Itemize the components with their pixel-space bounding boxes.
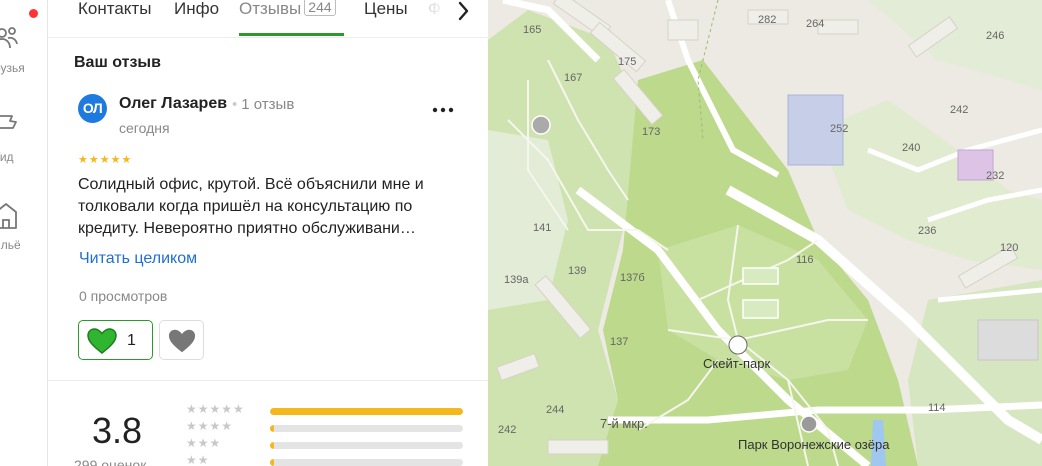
like-button[interactable]: 1 (78, 320, 153, 360)
like-count: 1 (127, 332, 136, 349)
rating-value: 3.8 (92, 410, 143, 451)
tab-contacts[interactable]: Контакты (78, 0, 151, 36)
map-label: 252 (830, 123, 849, 135)
my-review-title: Ваш отзыв (74, 54, 161, 71)
flag-icon (0, 115, 17, 129)
map-label: 120 (1000, 242, 1019, 254)
map-label: 116 (796, 254, 814, 266)
avatar[interactable]: ОЛ (78, 94, 107, 123)
review-stars: ★★★★★ (78, 154, 133, 166)
map-label: 139 (568, 265, 587, 277)
org-panel: Контакты Инфо Отзывы244 Цены Ф Ваш отзыв… (48, 0, 488, 466)
rating-count: 299 оценок (74, 457, 147, 466)
map-view[interactable]: 165 282 264 246 167 175 252 242 173 240 … (488, 0, 1042, 466)
map-sport-field (742, 299, 779, 319)
map-park-area (868, 0, 1042, 90)
rating-row-stars: ★★★★ (186, 419, 234, 433)
map-label: 139а (504, 274, 529, 286)
read-more-link[interactable]: Читать целиком (79, 250, 197, 268)
map-label-park: Парк Воронежские озёра (738, 437, 890, 452)
map-label: 246 (986, 30, 1005, 42)
rail-item-friends[interactable]: рузья (0, 24, 47, 84)
rating-row-stars: ★★ (186, 453, 210, 466)
review-text: Солидный офис, крутой. Всё объяснили мне… (78, 176, 424, 237)
tab-reviews-label: Отзывы (239, 0, 302, 18)
map-label-district: 7-й мкр. (600, 416, 648, 431)
meta-separator: • (232, 96, 238, 113)
review-date: сегодня (119, 120, 170, 136)
review-author[interactable]: Олег Лазарев (119, 95, 227, 113)
map-label: 236 (918, 225, 937, 237)
map-building (547, 439, 609, 455)
active-tab-indicator (239, 33, 344, 36)
tab-prices-label: Цены (364, 0, 408, 18)
map-label: 240 (902, 142, 921, 154)
author-review-count: • 1 отзыв (232, 96, 294, 113)
map-sport-field (742, 267, 779, 285)
map-label: 282 (758, 14, 777, 26)
map-canvas (488, 0, 1042, 466)
rail-item-guide[interactable]: Гид (0, 112, 47, 172)
map-skatepark-icon (728, 335, 748, 355)
rating-bar-track (270, 442, 463, 449)
house-icon (0, 203, 17, 229)
tab-info[interactable]: Инфо (174, 0, 219, 36)
map-church-icon (531, 115, 551, 135)
map-label: 137б (620, 272, 645, 284)
rating-bar-track (270, 408, 463, 415)
chevron-right-icon[interactable] (453, 0, 475, 22)
rating-bar-fill (270, 408, 463, 415)
rail-item-friends-label: рузья (0, 61, 25, 75)
map-label: 167 (564, 72, 583, 84)
rail-item-housing-label: ильё (0, 238, 21, 252)
tab-bar: Контакты Инфо Отзывы244 Цены Ф (48, 0, 488, 38)
map-park-area (908, 280, 1042, 466)
notification-dot (29, 9, 38, 18)
heart-broken-icon (168, 329, 196, 353)
map-label: 173 (642, 126, 661, 138)
rating-bar-fill (270, 425, 274, 432)
rating-bar-track (270, 459, 463, 466)
section-divider (48, 380, 488, 381)
rating-bar-track (270, 425, 463, 432)
map-label: 165 (523, 24, 542, 36)
rating-row-stars: ★★★ (186, 436, 222, 450)
author-review-count-text: 1 отзыв (241, 96, 295, 113)
map-label: 175 (618, 56, 637, 68)
tab-prices[interactable]: Цены (364, 0, 408, 36)
heart-filled-icon (87, 328, 117, 354)
map-label: 264 (806, 18, 825, 30)
rating-bar-fill (270, 459, 274, 466)
map-label-skatepark: Скейт-парк (703, 356, 771, 371)
rail-item-guide-label: Гид (0, 150, 14, 164)
map-park-icon (800, 415, 818, 433)
tab-reviews[interactable]: Отзывы 244 (239, 0, 336, 36)
map-label: 232 (986, 170, 1005, 182)
rating-row-stars: ★★★★★ (186, 402, 245, 416)
map-label: 244 (546, 404, 565, 416)
rail-item-housing[interactable]: ильё (0, 200, 47, 260)
rating-bar-fill (270, 442, 274, 449)
tab-contacts-label: Контакты (78, 0, 152, 18)
map-label: 137 (610, 336, 629, 348)
map-building (667, 19, 699, 41)
map-label: 141 (533, 222, 552, 234)
tab-info-label: Инфо (174, 0, 220, 18)
dislike-button[interactable] (159, 320, 204, 360)
more-options-icon[interactable] (431, 100, 455, 120)
map-label: 242 (950, 104, 969, 116)
map-label: 114 (928, 402, 946, 414)
review-views: 0 просмотров (79, 288, 168, 304)
map-label: 242 (498, 424, 517, 436)
friends-icon (0, 27, 18, 49)
tab-reviews-count: 244 (304, 0, 336, 16)
map-building (977, 319, 1039, 361)
left-rail: рузья Гид ильё (0, 0, 48, 466)
